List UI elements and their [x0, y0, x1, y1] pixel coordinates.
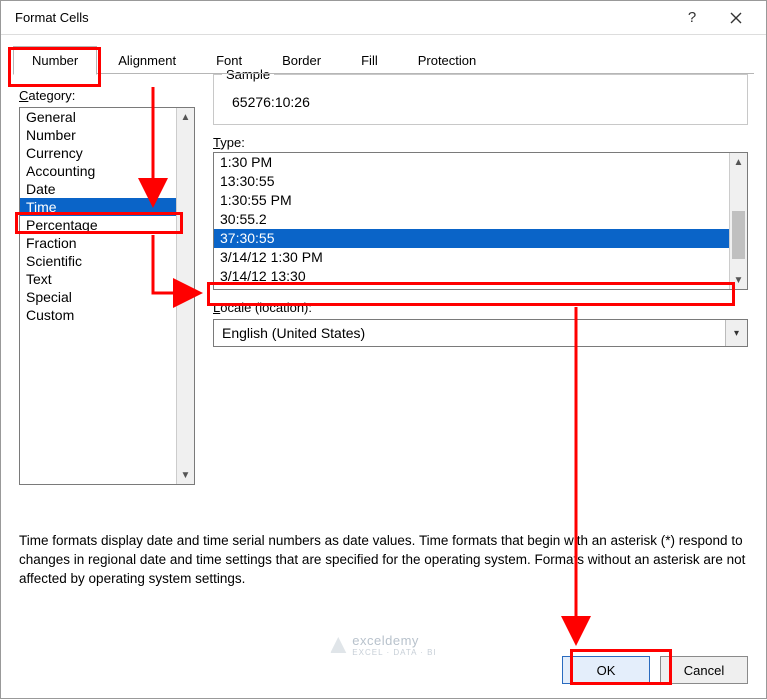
type-scrollbar[interactable]: ▲ ▼ — [729, 153, 747, 289]
tab-content: Category: GeneralNumberCurrencyAccountin… — [1, 74, 766, 491]
tab-alignment[interactable]: Alignment — [99, 46, 195, 75]
category-item[interactable]: Text — [20, 270, 176, 288]
category-item[interactable]: Scientific — [20, 252, 176, 270]
watermark-icon — [330, 637, 346, 653]
type-item[interactable]: 37:30:55 — [214, 229, 729, 248]
category-item[interactable]: Percentage — [20, 216, 176, 234]
category-item[interactable]: General — [20, 108, 176, 126]
tab-protection[interactable]: Protection — [399, 46, 496, 75]
type-item[interactable]: 1:30 PM — [214, 153, 729, 172]
watermark: exceldemy EXCEL · DATA · BI — [330, 633, 436, 657]
format-cells-dialog: Format Cells ? Number Alignment Font Bor… — [0, 0, 767, 699]
tab-fill[interactable]: Fill — [342, 46, 397, 75]
type-item[interactable]: 13:30:55 — [214, 172, 729, 191]
titlebar: Format Cells ? — [1, 1, 766, 35]
type-item[interactable]: 1:30:55 PM — [214, 191, 729, 210]
tab-border[interactable]: Border — [263, 46, 340, 75]
category-item[interactable]: Number — [20, 126, 176, 144]
locale-label: Locale (location): — [213, 300, 748, 315]
chevron-down-icon[interactable]: ▾ — [725, 320, 747, 346]
category-label: Category: — [19, 88, 195, 103]
category-item[interactable]: Fraction — [20, 234, 176, 252]
category-item[interactable]: Date — [20, 180, 176, 198]
scroll-down-icon[interactable]: ▼ — [730, 271, 747, 289]
scroll-down-icon[interactable]: ▼ — [177, 466, 194, 484]
scroll-up-icon[interactable]: ▲ — [177, 108, 194, 126]
category-item[interactable]: Currency — [20, 144, 176, 162]
type-item[interactable]: 3/14/12 13:30 — [214, 267, 729, 286]
dialog-title: Format Cells — [15, 10, 670, 25]
category-item[interactable]: Time — [20, 198, 176, 216]
format-description: Time formats display date and time seria… — [19, 531, 748, 588]
dialog-footer: OK Cancel — [562, 656, 748, 684]
sample-group: Sample 65276:10:26 — [213, 74, 748, 125]
help-button[interactable]: ? — [670, 1, 714, 35]
sample-value: 65276:10:26 — [226, 94, 735, 110]
cancel-button[interactable]: Cancel — [660, 656, 748, 684]
locale-dropdown[interactable]: English (United States) ▾ — [213, 319, 748, 347]
type-item[interactable]: 3/14/12 1:30 PM — [214, 248, 729, 267]
category-item[interactable]: Special — [20, 288, 176, 306]
category-listbox[interactable]: GeneralNumberCurrencyAccountingDateTimeP… — [19, 107, 195, 485]
scroll-thumb[interactable] — [732, 211, 745, 259]
watermark-text: exceldemy — [352, 633, 419, 648]
close-icon — [730, 12, 742, 24]
scroll-up-icon[interactable]: ▲ — [730, 153, 747, 171]
close-button[interactable] — [714, 1, 758, 35]
ok-button[interactable]: OK — [562, 656, 650, 684]
tab-number[interactable]: Number — [13, 46, 97, 75]
type-label: Type: — [213, 135, 748, 150]
type-listbox[interactable]: 1:30 PM13:30:551:30:55 PM30:55.237:30:55… — [213, 152, 748, 290]
tab-strip: Number Alignment Font Border Fill Protec… — [1, 35, 766, 74]
category-item[interactable]: Custom — [20, 306, 176, 324]
category-item[interactable]: Accounting — [20, 162, 176, 180]
locale-value: English (United States) — [214, 325, 725, 341]
watermark-sub: EXCEL · DATA · BI — [352, 648, 436, 657]
sample-label: Sample — [222, 67, 274, 82]
category-scrollbar[interactable]: ▲ ▼ — [176, 108, 194, 484]
type-item[interactable]: 30:55.2 — [214, 210, 729, 229]
